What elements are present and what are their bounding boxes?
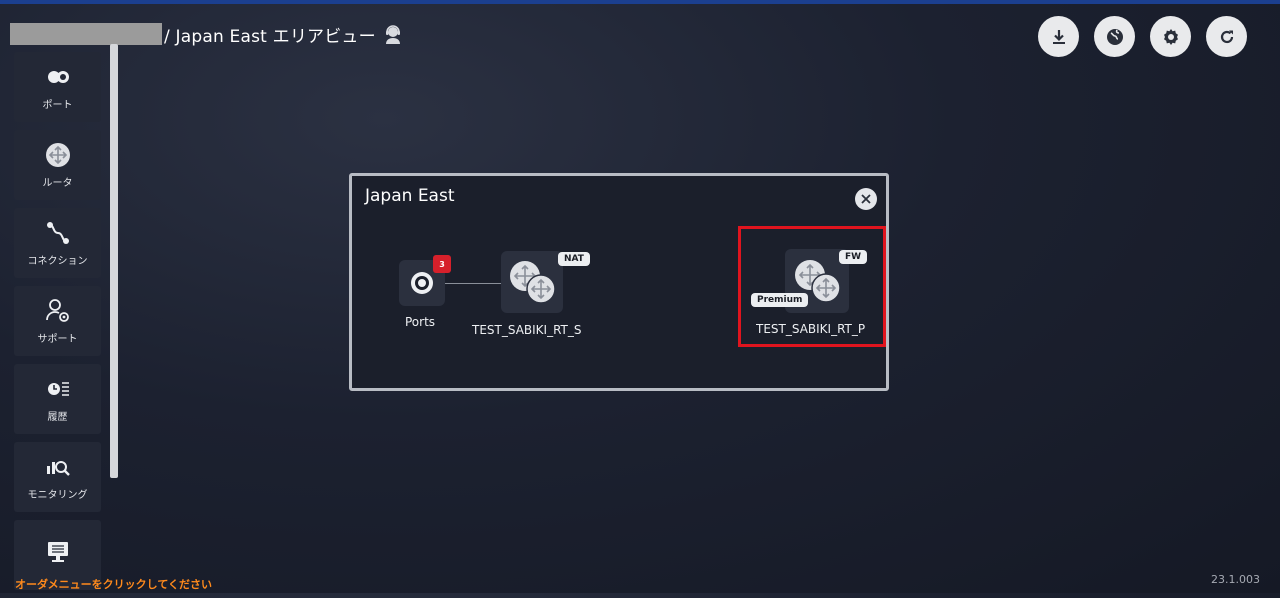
download-icon bbox=[1052, 29, 1065, 44]
ports-label: Ports bbox=[405, 315, 436, 329]
sidebar-scrollbar[interactable] bbox=[110, 44, 118, 478]
sidebar-item-label: ポート bbox=[42, 99, 73, 111]
port-icon bbox=[47, 70, 69, 83]
sidebar-item-label: コネクション bbox=[27, 255, 88, 267]
sidebar-item-history[interactable]: 履歴 bbox=[14, 364, 101, 434]
refresh-button[interactable] bbox=[1206, 16, 1247, 57]
sidebar-item-port[interactable]: ポート bbox=[14, 52, 101, 122]
port-node-icon bbox=[411, 272, 433, 294]
toolbar bbox=[1038, 16, 1247, 57]
order-menu-icon bbox=[47, 542, 68, 562]
sidebar-item-label: ルータ bbox=[42, 177, 73, 189]
sidebar-item-label: 履歴 bbox=[47, 411, 68, 423]
sidebar-item-router[interactable]: ルータ bbox=[14, 130, 101, 200]
router-icon bbox=[45, 142, 70, 167]
sidebar-item-label: サポート bbox=[37, 333, 78, 345]
highlight-box bbox=[738, 226, 886, 347]
globe-icon bbox=[1106, 28, 1123, 45]
refresh-icon bbox=[1220, 30, 1233, 43]
sidebar-item-monitoring[interactable]: モニタリング bbox=[14, 442, 101, 512]
support-icon bbox=[45, 298, 69, 322]
nat-tag: NAT bbox=[558, 252, 590, 266]
router-s-node[interactable] bbox=[501, 251, 563, 313]
close-button[interactable] bbox=[855, 188, 877, 210]
connection-icon bbox=[46, 221, 69, 244]
sidebar-item-support[interactable]: サポート bbox=[14, 286, 101, 356]
user-headset-icon[interactable] bbox=[384, 24, 402, 44]
close-icon bbox=[861, 194, 871, 204]
sidebar-item-connection[interactable]: コネクション bbox=[14, 208, 101, 278]
panel-title: Japan East bbox=[365, 186, 455, 206]
router-icon bbox=[510, 261, 556, 304]
version-label: 23.1.003 bbox=[1211, 573, 1260, 586]
sidebar: ポート ルータ コネクション サポート 履歴 モニタリング bbox=[14, 52, 101, 598]
order-menu-hint: オーダメニューをクリックしてください bbox=[15, 578, 213, 591]
download-button[interactable] bbox=[1038, 16, 1079, 57]
settings-button[interactable] bbox=[1150, 16, 1191, 57]
globe-button[interactable] bbox=[1094, 16, 1135, 57]
history-icon bbox=[47, 381, 69, 396]
breadcrumb: / Japan East エリアビュー bbox=[10, 22, 402, 47]
top-accent-bar bbox=[0, 0, 1280, 4]
sidebar-item-label: モニタリング bbox=[27, 489, 88, 501]
page-title: / Japan East エリアビュー bbox=[164, 26, 376, 47]
monitoring-icon bbox=[46, 460, 70, 476]
router-s-label: TEST_SABIKI_RT_S bbox=[472, 323, 582, 337]
connection-line bbox=[442, 283, 506, 284]
gear-icon bbox=[1163, 28, 1178, 45]
ports-count-badge: 3 bbox=[433, 255, 451, 273]
redacted-tenant-name bbox=[10, 23, 162, 45]
